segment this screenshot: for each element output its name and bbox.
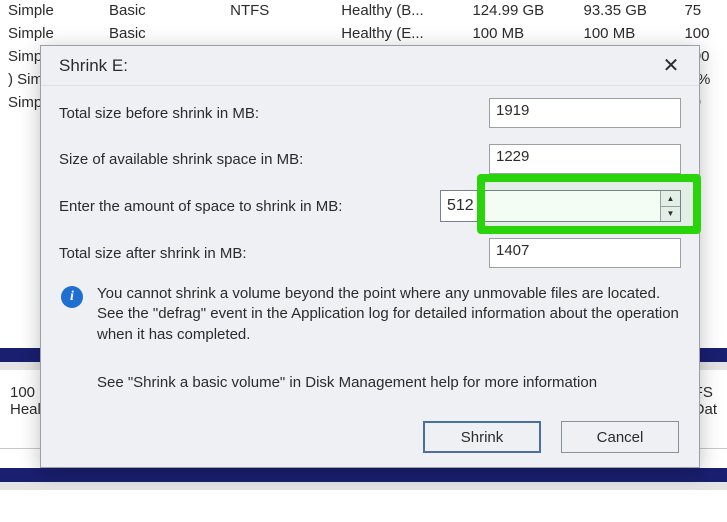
available-space-label: Size of available shrink space in MB: <box>59 151 489 168</box>
dialog-title: Shrink E: <box>59 56 128 76</box>
shrink-amount-input[interactable] <box>441 191 660 221</box>
shrink-button[interactable]: Shrink <box>423 421 541 453</box>
available-space-value: 1229 <box>489 144 681 174</box>
info-icon: i <box>61 286 83 308</box>
total-after-value: 1407 <box>489 238 681 268</box>
shrink-volume-dialog: Shrink E: ✕ Total size before shrink in … <box>40 45 700 468</box>
table-row[interactable]: SimpleBasicNTFSHealthy (B...124.99 GB93.… <box>0 0 727 23</box>
info-paragraph-1: You cannot shrink a volume beyond the po… <box>97 284 681 345</box>
total-before-value: 1919 <box>489 98 681 128</box>
dialog-titlebar[interactable]: Shrink E: ✕ <box>41 46 699 86</box>
spin-up-icon[interactable]: ▲ <box>661 191 680 207</box>
info-paragraph-2: See "Shrink a basic volume" in Disk Mana… <box>97 373 681 393</box>
close-icon[interactable]: ✕ <box>657 52 685 80</box>
table-row[interactable]: SimpleBasicHealthy (E...100 MB100 MB100 <box>0 23 727 46</box>
total-after-label: Total size after shrink in MB: <box>59 245 489 262</box>
cancel-button[interactable]: Cancel <box>561 421 679 453</box>
total-before-label: Total size before shrink in MB: <box>59 105 489 122</box>
spin-down-icon[interactable]: ▼ <box>661 207 680 222</box>
shrink-amount-label: Enter the amount of space to shrink in M… <box>59 198 440 215</box>
shrink-amount-field[interactable]: ▲ ▼ <box>440 190 681 222</box>
